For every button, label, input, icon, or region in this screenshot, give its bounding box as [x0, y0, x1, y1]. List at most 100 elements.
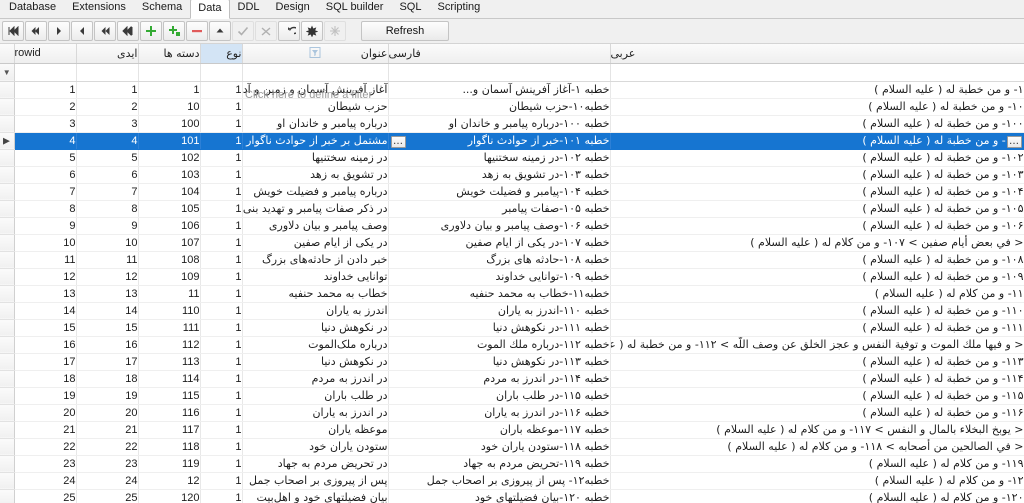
cell-groups[interactable]: 105: [138, 200, 201, 218]
row-header[interactable]: [0, 353, 15, 371]
filter-cell-title[interactable]: [242, 63, 389, 82]
cell-groups[interactable]: 104: [138, 183, 201, 201]
cell-id[interactable]: 12: [76, 268, 139, 286]
cell-farsi[interactable]: خطبه ۱۱۱-در نکوهش دنیا: [388, 319, 611, 337]
row-header[interactable]: [0, 81, 15, 99]
cell-arabic[interactable]: < في الصالحين من أصحابه > ۱۱۸- و من كلام…: [610, 438, 1024, 456]
cell-title[interactable]: در اندرز به یاران: [242, 404, 389, 422]
cell-type[interactable]: 1: [200, 132, 243, 150]
refresh-button[interactable]: Refresh: [361, 21, 449, 41]
cell-type[interactable]: 1: [200, 81, 243, 99]
cell-rowid[interactable]: 5: [14, 149, 77, 167]
row-header[interactable]: [0, 183, 15, 201]
table-row[interactable]: 5 5 102 1 در زمینه سختنیها خطبه ۱۰۲-در زمینه …: [0, 149, 1024, 167]
cell-groups[interactable]: 11: [138, 285, 201, 303]
blob-icon[interactable]: [301, 21, 323, 41]
cell-id[interactable]: 7: [76, 183, 139, 201]
cell-title[interactable]: بیان فضیلتهای خود و اهل‌بیت: [242, 489, 389, 503]
first-record-icon[interactable]: [2, 21, 24, 41]
cell-title[interactable]: در تحریض مردم به جهاد: [242, 455, 389, 473]
cell-farsi[interactable]: خطبه ۱۰۱-خبر از حوادث ناگوار…: [388, 132, 611, 150]
cell-arabic[interactable]: ۱۱۱- و من خطبة له ( عليه السلام ): [610, 319, 1024, 337]
row-header[interactable]: [0, 251, 15, 269]
table-row[interactable]: 13 13 11 1 خطاب به محمد حنفیه خطبه۱۱-خطاب به …: [0, 285, 1024, 303]
row-header[interactable]: [0, 217, 15, 235]
previous-record-icon[interactable]: [48, 21, 70, 41]
cell-arabic[interactable]: ۱۰- و من خطبة له ( عليه السلام ): [610, 98, 1024, 116]
cell-title[interactable]: در طلب باران: [242, 387, 389, 405]
cell-farsi[interactable]: خطبه ۱۱۲-درباره ملك الموت: [388, 336, 611, 354]
table-row[interactable]: 7 7 104 1 درباره پیامبر و فضیلت خویش خطبه ۱۰۴…: [0, 183, 1024, 201]
row-header[interactable]: [0, 472, 15, 490]
cell-rowid[interactable]: 14: [14, 302, 77, 320]
row-header[interactable]: [0, 285, 15, 303]
cell-groups[interactable]: 106: [138, 217, 201, 235]
cell-type[interactable]: 1: [200, 234, 243, 252]
cell-rowid[interactable]: 3: [14, 115, 77, 133]
cell-id[interactable]: 2: [76, 98, 139, 116]
cell-groups[interactable]: 110: [138, 302, 201, 320]
cell-arabic[interactable]: ۱۰۲- و من خطبة له ( عليه السلام ): [610, 149, 1024, 167]
cell-groups[interactable]: 101: [138, 132, 201, 150]
cell-rowid[interactable]: 2: [14, 98, 77, 116]
table-row[interactable]: 23 23 119 1 در تحریض مردم به جهاد خطبه ۱۱۹-تح…: [0, 455, 1024, 473]
cell-rowid[interactable]: 25: [14, 489, 77, 503]
cell-arabic[interactable]: < يوبخ البخلاء بالمال و النفس > ۱۱۷- و م…: [610, 421, 1024, 439]
cell-arabic[interactable]: ۱۰۳- و من خطبة له ( عليه السلام ): [610, 166, 1024, 184]
cell-rowid[interactable]: 11: [14, 251, 77, 269]
cell-id[interactable]: 11: [76, 251, 139, 269]
cell-type[interactable]: 1: [200, 438, 243, 456]
cell-groups[interactable]: 100: [138, 115, 201, 133]
table-row[interactable]: 15 15 111 1 در نکوهش دنیا خطبه ۱۱۱-در نکوهش د…: [0, 319, 1024, 337]
cell-rowid[interactable]: 15: [14, 319, 77, 337]
cell-groups[interactable]: 111: [138, 319, 201, 337]
cell-rowid[interactable]: 16: [14, 336, 77, 354]
duplicate-record-icon[interactable]: [163, 21, 185, 41]
row-header[interactable]: [0, 489, 15, 503]
cell-type[interactable]: 1: [200, 115, 243, 133]
cell-arabic[interactable]: ۱۰۸- و من خطبة له ( عليه السلام ): [610, 251, 1024, 269]
cell-farsi[interactable]: خطبه ۱۱۷-موعظه باران: [388, 421, 611, 439]
cell-id[interactable]: 4: [76, 132, 139, 150]
row-header[interactable]: [0, 404, 15, 422]
cell-farsi[interactable]: خطبه ۱۱۸-ستودن یاران خود: [388, 438, 611, 456]
main-tab-bar[interactable]: Database Extensions Schema Data DDL Design SQL…: [0, 0, 1024, 19]
cell-type[interactable]: 1: [200, 353, 243, 371]
cell-title[interactable]: در زمینه سختنیها: [242, 149, 389, 167]
cell-arabic[interactable]: ۱۰۰- و من خطبة له ( عليه السلام ): [610, 115, 1024, 133]
row-header[interactable]: [0, 438, 15, 456]
cell-rowid[interactable]: 7: [14, 183, 77, 201]
cell-id[interactable]: 5: [76, 149, 139, 167]
cell-id[interactable]: 10: [76, 234, 139, 252]
cell-groups[interactable]: 115: [138, 387, 201, 405]
cell-title[interactable]: در اندرز به مردم: [242, 370, 389, 388]
cell-id[interactable]: 6: [76, 166, 139, 184]
tab-sql-builder[interactable]: SQL builder: [318, 0, 392, 18]
cell-id[interactable]: 24: [76, 472, 139, 490]
column-header-arabic[interactable]: عربی: [610, 44, 1024, 64]
cell-farsi[interactable]: خطبه۱۱-خطاب به محمد حنفیه: [388, 285, 611, 303]
cell-farsi[interactable]: خطبه ۱۰۰-درباره پیامبر و خاندان او: [388, 115, 611, 133]
cell-id[interactable]: 15: [76, 319, 139, 337]
row-header[interactable]: [0, 302, 15, 320]
row-header[interactable]: [0, 336, 15, 354]
table-row[interactable]: 12 12 109 1 توانایی خداوند خطبه ۱۰۹-توانایی خ…: [0, 268, 1024, 286]
cell-arabic[interactable]: ۱۱۰- و من خطبة له ( عليه السلام ): [610, 302, 1024, 320]
cell-id[interactable]: 20: [76, 404, 139, 422]
cell-id[interactable]: 23: [76, 455, 139, 473]
cell-arabic[interactable]: ۱۱۶- و من خطبة له ( عليه السلام ): [610, 404, 1024, 422]
row-header[interactable]: [0, 268, 15, 286]
cell-rowid[interactable]: 4: [14, 132, 77, 150]
cell-groups[interactable]: 1: [138, 81, 201, 99]
cell-arabic[interactable]: < و فيها ملك الموت و توفية النفس و عجز ا…: [610, 336, 1024, 354]
cell-type[interactable]: 1: [200, 251, 243, 269]
cell-type[interactable]: 1: [200, 370, 243, 388]
open-cell-editor-button[interactable]: …: [390, 136, 406, 148]
cell-title[interactable]: آغاز آفرینش آسمان و زمین و آدم و ...: [242, 81, 389, 99]
cell-groups[interactable]: 12: [138, 472, 201, 490]
cell-type[interactable]: 1: [200, 285, 243, 303]
cell-type[interactable]: 1: [200, 268, 243, 286]
next-record-icon[interactable]: [71, 21, 93, 41]
row-header[interactable]: [0, 98, 15, 116]
cell-farsi[interactable]: خطبه ۱۰۵-صفات پیامبر: [388, 200, 611, 218]
